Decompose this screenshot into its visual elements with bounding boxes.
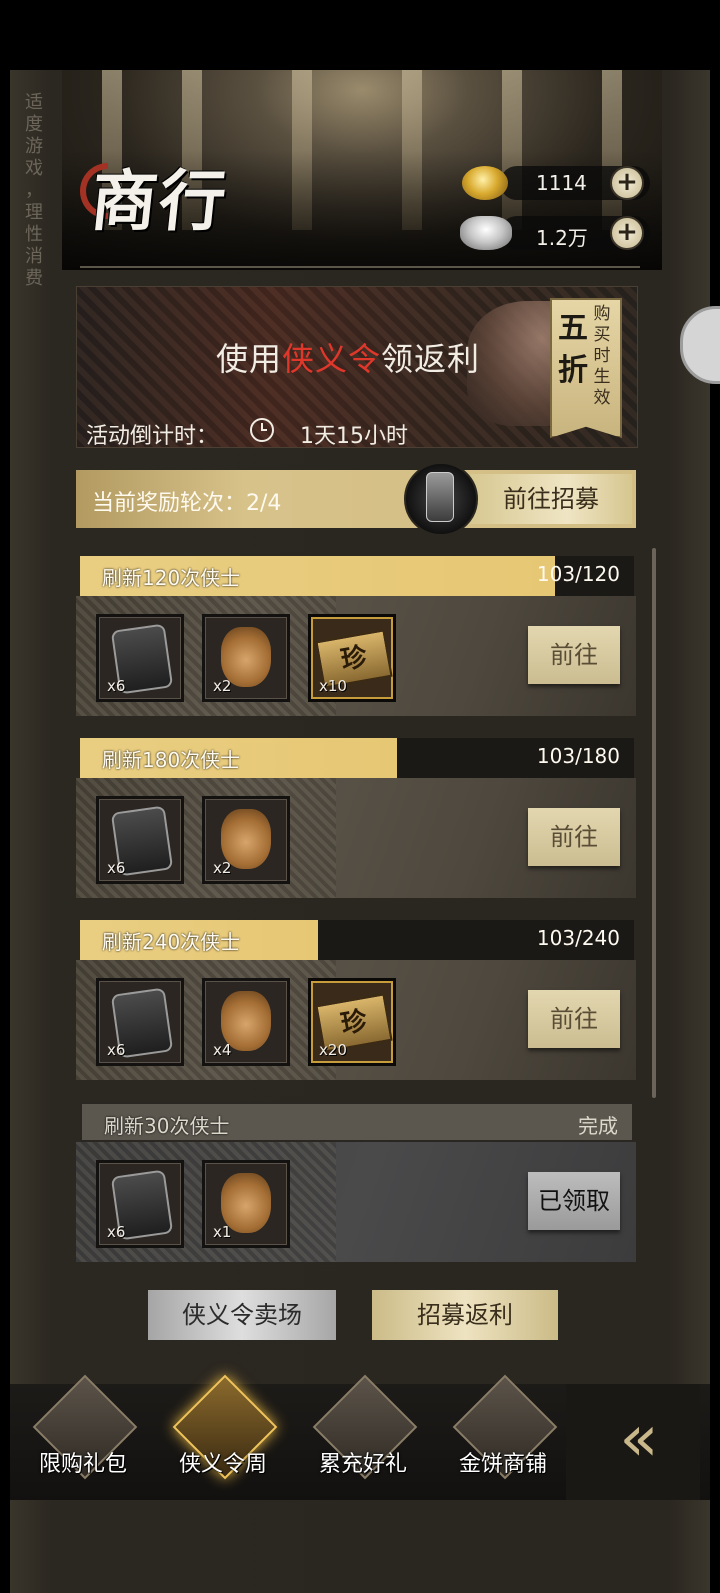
reward-quantity: x6 xyxy=(107,1041,126,1059)
discount-tag-label: 五折 xyxy=(558,311,588,388)
health-notice: 适度游戏，理性消费 xyxy=(25,92,43,289)
task-rewards: x6 x4 珍 x20 前往 xyxy=(76,960,636,1080)
task-rewards: x6 x1 已领取 xyxy=(76,1142,636,1262)
promo-headline: 使用侠义令领返利 xyxy=(216,340,481,378)
task-progress-bar: 刷新180次侠士 103/180 xyxy=(80,738,634,778)
nav-item-gold-cakes[interactable]: 金饼商铺 xyxy=(438,1374,568,1500)
reward-item-bag[interactable]: x4 xyxy=(202,978,290,1066)
task-list[interactable]: 刷新120次侠士 103/120 x6 x2 珍 x10 前往 刷新180次侠士 103/180… xyxy=(76,556,636,1262)
tab-token-market[interactable]: 侠义令卖场 xyxy=(148,1290,336,1340)
reward-item-bag[interactable]: x2 xyxy=(202,796,290,884)
tab-recruit-rebate[interactable]: 招募返利 xyxy=(372,1290,558,1340)
task-title: 刷新30次侠士 xyxy=(104,1114,230,1138)
reward-quantity: x2 xyxy=(213,859,232,877)
task-count: 103/180 xyxy=(536,744,620,768)
reward-item-ticket[interactable]: 珍 x20 xyxy=(308,978,396,1066)
countdown-label: 活动倒计时： xyxy=(86,424,219,449)
task-progress-bar: 刷新240次侠士 103/240 xyxy=(80,920,634,960)
nav-item-label: 限购礼包 xyxy=(38,1452,127,1477)
scrollbar[interactable] xyxy=(652,548,656,1098)
reward-item-token[interactable]: x6 xyxy=(96,978,184,1066)
nav-item-token-week[interactable]: 侠义令周 xyxy=(158,1374,288,1500)
task-progress-bar: 刷新120次侠士 103/120 xyxy=(80,556,634,596)
countdown-value: 1天15小时 xyxy=(300,424,408,449)
reward-round-text: 当前奖励轮次：2/4 xyxy=(92,491,282,516)
gold-ingot-icon xyxy=(462,166,508,200)
clock-icon xyxy=(250,418,274,442)
task-rewards: x6 x2 前往 xyxy=(76,778,636,898)
task-rewards: x6 x2 珍 x10 前往 xyxy=(76,596,636,716)
reward-quantity: x6 xyxy=(107,677,126,695)
nav-item-label: 累充好礼 xyxy=(318,1452,407,1477)
reward-quantity: x6 xyxy=(107,859,126,877)
reward-item-token[interactable]: x6 xyxy=(96,1160,184,1248)
reward-quantity: x2 xyxy=(213,677,232,695)
nav-item-label: 金饼商铺 xyxy=(458,1452,547,1477)
nav-item-bowls[interactable]: 累充好礼 xyxy=(298,1374,428,1500)
reward-item-token[interactable]: x6 xyxy=(96,614,184,702)
task-card: 刷新240次侠士 103/240 x6 x4 珍 x20 前往 xyxy=(76,920,636,1080)
add-silver-button[interactable]: + xyxy=(610,216,644,250)
task-card: 刷新180次侠士 103/180 x6 x2 前往 xyxy=(76,738,636,898)
reward-item-ticket[interactable]: 珍 x10 xyxy=(308,614,396,702)
task-title: 刷新180次侠士 xyxy=(102,748,241,772)
task-card: 刷新30次侠士 完成 x6 x1 已领取 xyxy=(76,1102,636,1262)
silver-value: 1.2万 xyxy=(536,226,588,250)
task-progress-bar: 刷新30次侠士 完成 xyxy=(80,1102,634,1142)
reward-quantity: x1 xyxy=(213,1223,232,1241)
task-count: 完成 xyxy=(578,1114,618,1138)
token-plate-icon xyxy=(426,472,454,522)
nav-item-gift-box[interactable]: 限购礼包 xyxy=(18,1374,148,1500)
go-button[interactable]: 前往 xyxy=(528,808,620,866)
header-divider xyxy=(80,266,640,268)
reward-item-bag[interactable]: x1 xyxy=(202,1160,290,1248)
reward-quantity: x20 xyxy=(319,1041,347,1059)
go-button[interactable]: 前往 xyxy=(528,626,620,684)
claimed-button[interactable]: 已领取 xyxy=(528,1172,620,1230)
add-gold-button[interactable]: + xyxy=(610,166,644,200)
collapse-nav-button[interactable]: « xyxy=(566,1384,700,1500)
task-card: 刷新120次侠士 103/120 x6 x2 珍 x10 前往 xyxy=(76,556,636,716)
task-title: 刷新120次侠士 xyxy=(102,566,241,590)
reward-item-token[interactable]: x6 xyxy=(96,796,184,884)
task-count: 103/240 xyxy=(536,926,620,950)
task-count: 103/120 xyxy=(536,562,620,586)
reward-quantity: x4 xyxy=(213,1041,232,1059)
discount-tag-note: 购买时生效 xyxy=(593,304,611,408)
go-recruit-button[interactable]: 前往招募 xyxy=(470,474,632,524)
reward-item-bag[interactable]: x2 xyxy=(202,614,290,702)
silver-ingot-icon xyxy=(460,216,512,250)
reward-quantity: x10 xyxy=(319,677,347,695)
go-button[interactable]: 前往 xyxy=(528,990,620,1048)
nav-item-label: 侠义令周 xyxy=(178,1452,267,1477)
gold-value: 1114 xyxy=(536,171,587,195)
task-title: 刷新240次侠士 xyxy=(102,930,241,954)
page-title: 商行 xyxy=(87,162,232,240)
reward-quantity: x6 xyxy=(107,1223,126,1241)
